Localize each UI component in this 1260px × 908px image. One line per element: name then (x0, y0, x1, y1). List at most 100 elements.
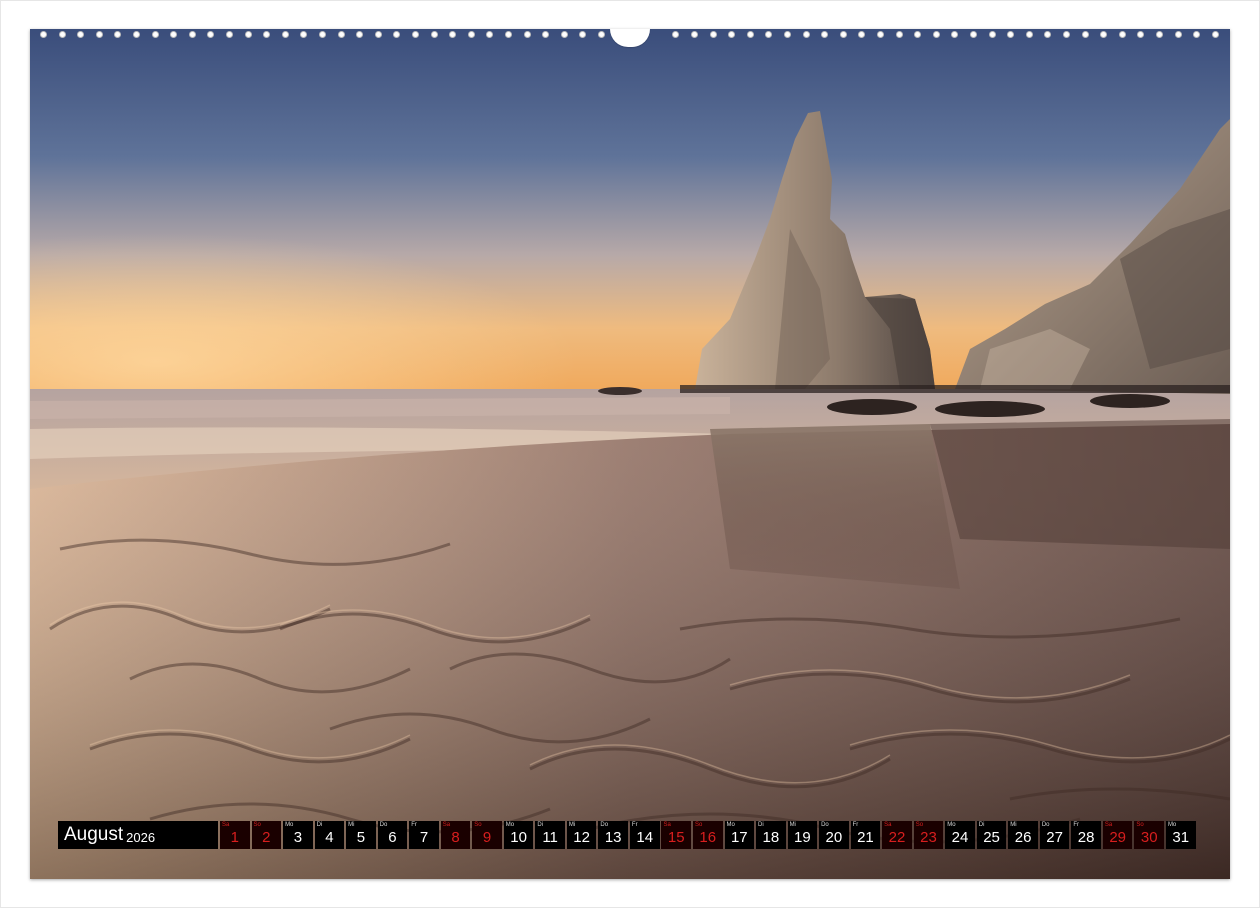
calendar-strip: August 2026 Sa 1 So 2 Mo 3 Di 4 Mi 5 Do 6 Fr 7 Sa 8 So 9 M… (58, 821, 1202, 849)
day-cell: Mo 3 (283, 821, 313, 849)
binding-hole (523, 31, 531, 38)
day-weekday: Mo (1167, 822, 1177, 828)
day-number: 22 (888, 829, 906, 846)
binding-hole (356, 31, 364, 38)
day-cell: So 30 (1134, 821, 1164, 849)
binding-hole (672, 31, 680, 38)
binding-hole (188, 31, 196, 38)
day-cell: Do 13 (598, 821, 628, 849)
day-number: 14 (636, 829, 654, 846)
day-weekday: Di (978, 822, 985, 828)
day-cell: Sa 8 (440, 821, 471, 849)
month-year: 2026 (126, 829, 156, 845)
day-cell: Sa 15 (661, 821, 692, 849)
day-weekday: Sa (442, 822, 451, 828)
day-cell: Di 25 (976, 821, 1007, 849)
day-number: 30 (1140, 829, 1158, 846)
binding-hole (58, 31, 66, 38)
day-number: 26 (1014, 829, 1032, 846)
day-cell: Do 27 (1039, 821, 1070, 849)
day-cell: Di 11 (535, 821, 565, 849)
binding-hole (319, 31, 326, 38)
binding-hole (579, 31, 587, 38)
binding-hole (77, 31, 85, 38)
binding-hole (1025, 31, 1033, 38)
binding-hole (1100, 31, 1108, 38)
day-weekday: So (253, 822, 261, 828)
binding-hole (1044, 31, 1052, 38)
day-cell: So 16 (692, 821, 723, 849)
day-weekday: So (694, 822, 703, 828)
day-weekday: Mi (789, 822, 796, 828)
binding-hole (486, 31, 494, 38)
binding-hole (1063, 31, 1070, 38)
binding-hole (691, 31, 698, 38)
day-number: 29 (1109, 829, 1127, 846)
day-number: 10 (510, 829, 527, 846)
binding-hole (784, 31, 791, 38)
day-weekday: Fr (1073, 822, 1080, 828)
day-cell: Mi 5 (346, 821, 376, 849)
day-number: 1 (230, 829, 239, 846)
binding-hole (133, 31, 140, 38)
binding-hole (170, 31, 178, 38)
binding-hole (151, 31, 159, 38)
day-weekday: Mo (947, 822, 956, 828)
day-cell: Mo 17 (724, 821, 755, 849)
day-weekday: Mo (726, 822, 735, 828)
binding-hole (542, 31, 550, 38)
binding-hole (877, 31, 884, 38)
day-number: 12 (573, 829, 590, 846)
binding-hole (1174, 31, 1182, 38)
day-number: 25 (983, 829, 1000, 846)
day-weekday: Mi (1010, 822, 1017, 828)
day-number: 28 (1077, 829, 1095, 846)
day-number: 9 (482, 829, 492, 846)
day-cell: Sa 22 (882, 821, 912, 849)
day-weekday: Do (600, 822, 609, 828)
day-cell: Fr 14 (629, 821, 660, 849)
day-number: 3 (293, 829, 303, 846)
binding-hole (765, 31, 773, 38)
day-number: 19 (794, 829, 811, 846)
binding-hole (207, 31, 215, 38)
binding-hole (932, 31, 940, 38)
binding-hole (505, 31, 512, 38)
day-weekday: Do (379, 822, 388, 828)
day-cell: So 23 (913, 821, 944, 849)
day-cell: So 2 (251, 821, 282, 849)
day-cell: Mi 19 (787, 821, 818, 849)
day-number: 24 (951, 829, 969, 846)
day-number: 4 (325, 829, 334, 846)
day-cell: Mo 10 (503, 821, 534, 849)
binding-hole (1156, 31, 1163, 38)
binding-hole (839, 31, 847, 38)
day-number: 8 (451, 829, 460, 846)
day-cell: Mi 26 (1008, 821, 1038, 849)
binding-hole (226, 31, 233, 38)
binding-hole (802, 31, 810, 38)
day-number: 13 (604, 829, 622, 846)
binding-hole (430, 31, 438, 38)
binding-hole (281, 31, 289, 38)
binding-hole (895, 31, 903, 38)
calendar-page: August 2026 Sa 1 So 2 Mo 3 Di 4 Mi 5 Do 6 Fr 7 Sa 8 So 9 M… (0, 0, 1260, 908)
day-number: 21 (857, 829, 874, 846)
binding-hole (114, 31, 122, 38)
day-number: 23 (920, 829, 937, 846)
day-number: 15 (667, 829, 685, 846)
binding-hole (988, 31, 996, 38)
day-number: 17 (730, 829, 748, 846)
day-cell: Fr 21 (850, 821, 881, 849)
day-weekday: Mi (348, 822, 355, 828)
day-cell: Do 6 (377, 821, 408, 849)
day-cell: Mo 24 (945, 821, 975, 849)
day-number: 11 (542, 829, 558, 846)
day-weekday: Di (316, 822, 323, 828)
day-cell: Di 4 (314, 821, 345, 849)
day-weekday: Di (537, 822, 543, 828)
binding-hole (300, 31, 308, 38)
day-cells: Sa 1 So 2 Mo 3 Di 4 Mi 5 Do 6 Fr 7 Sa 8 So 9 Mo 10 Di 11 Mi 12 D… (220, 821, 1202, 849)
day-number: 31 (1172, 829, 1190, 846)
day-weekday: Di (758, 822, 764, 828)
